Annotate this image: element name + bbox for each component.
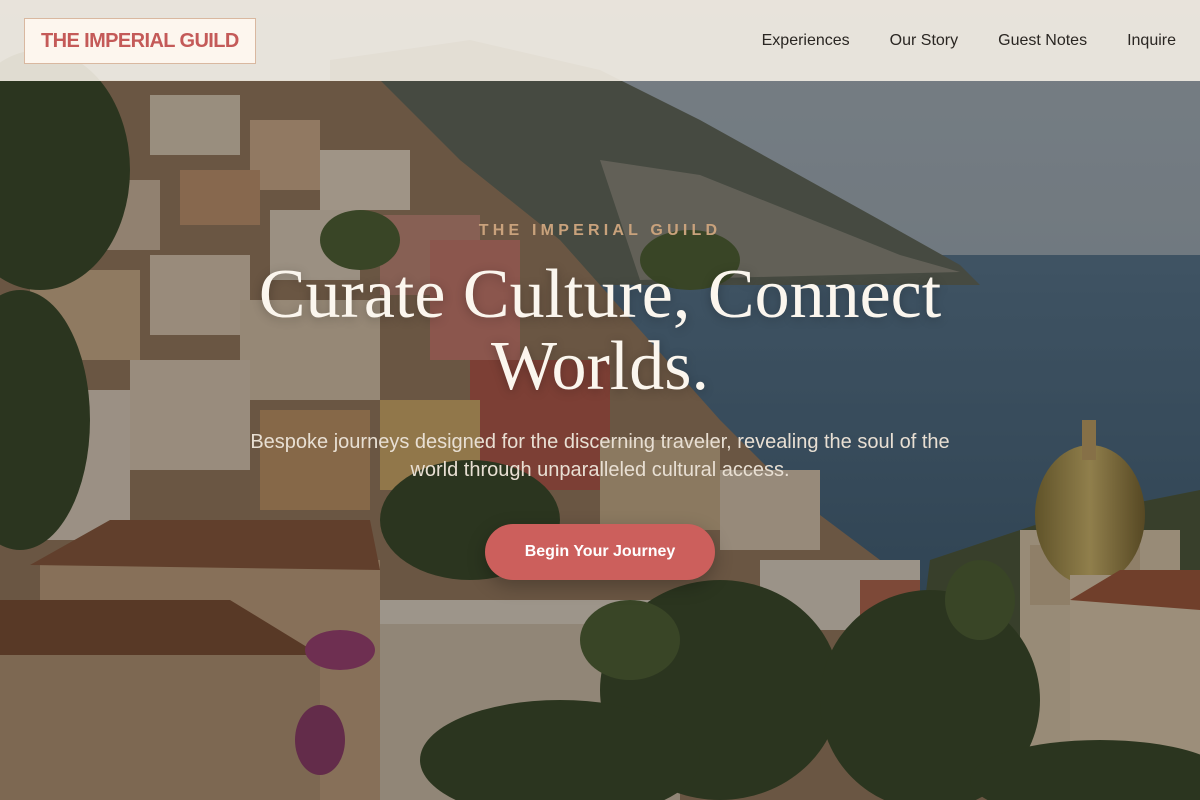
hero-section: THE IMPERIAL GUILD Curate Culture, Conne…: [0, 81, 1200, 800]
nav-item-our-story[interactable]: Our Story: [890, 32, 958, 50]
begin-journey-button[interactable]: Begin Your Journey: [485, 524, 715, 580]
hero-subtitle: Bespoke journeys designed for the discer…: [250, 431, 950, 481]
hero-eyebrow: THE IMPERIAL GUILD: [478, 222, 722, 239]
nav-item-inquire[interactable]: Inquire: [1127, 32, 1176, 50]
site-header: THE IMPERIAL GUILD Experiences Our Story…: [0, 0, 1200, 81]
nav-item-guest-notes[interactable]: Guest Notes: [998, 32, 1087, 50]
main-nav: Experiences Our Story Guest Notes Inquir…: [722, 32, 1176, 50]
hero-headline: Curate Culture, Connect Worlds.: [258, 256, 942, 405]
nav-item-experiences[interactable]: Experiences: [762, 32, 850, 50]
landing-page: THE IMPERIAL GUILD Experiences Our Story…: [0, 0, 1200, 800]
logo-link[interactable]: THE IMPERIAL GUILD: [24, 17, 256, 64]
